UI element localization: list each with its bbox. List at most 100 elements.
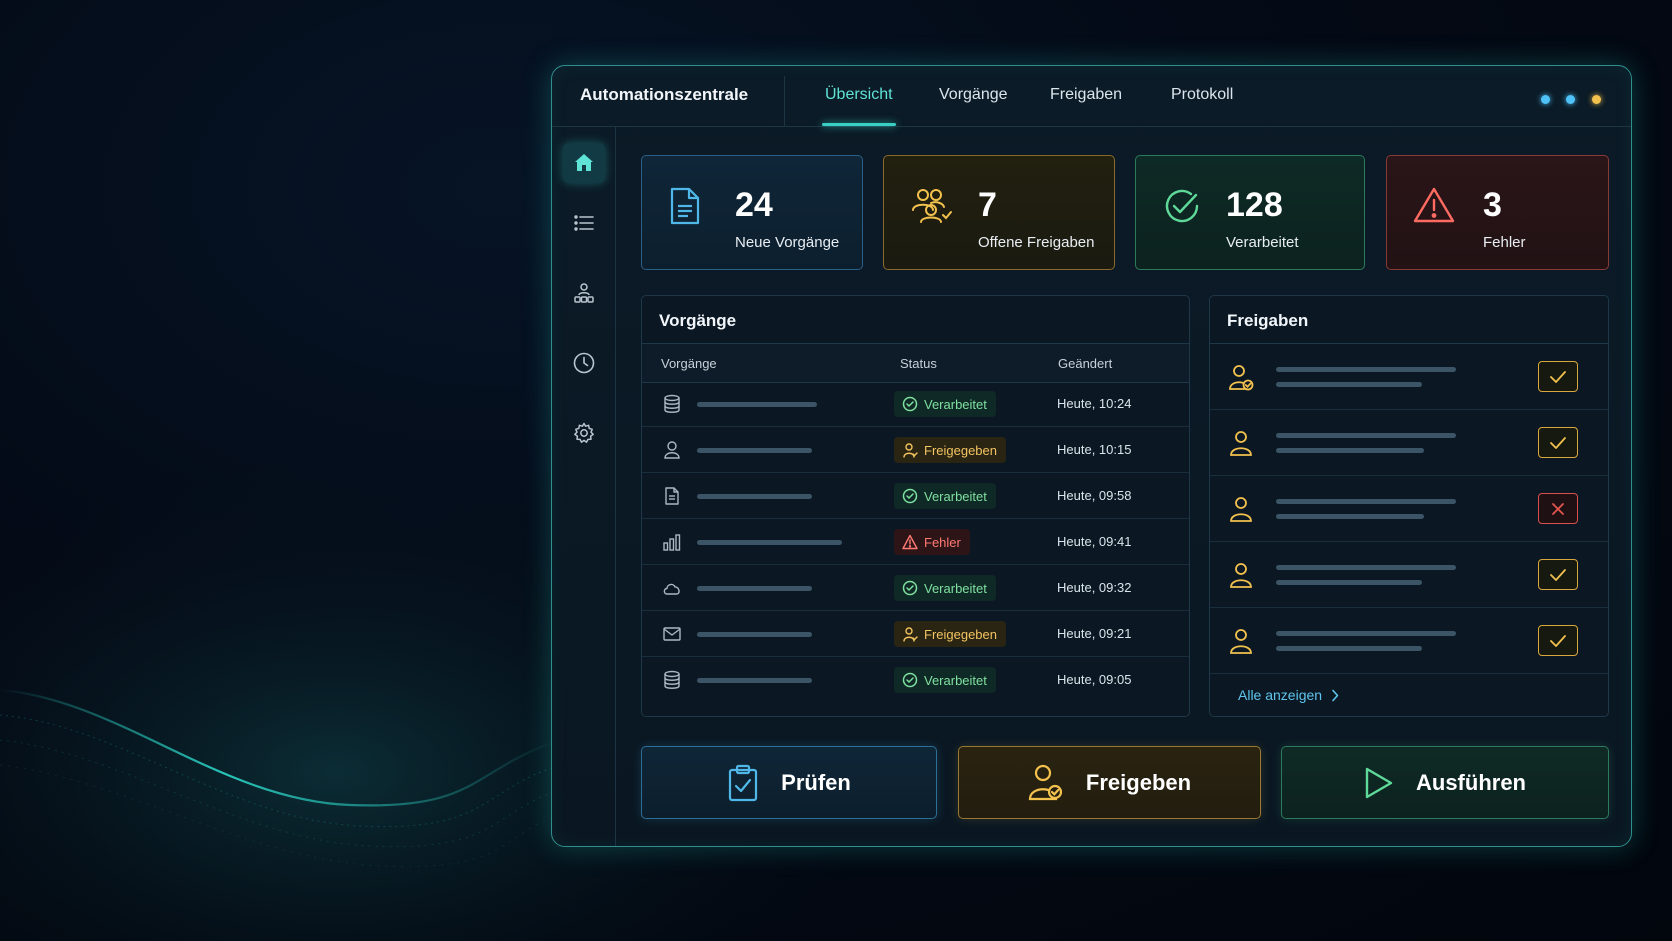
column-header-status[interactable]: Status — [900, 356, 937, 371]
check-icon — [1550, 436, 1566, 449]
status-text: Verarbeitet — [924, 488, 987, 504]
subtitle-placeholder — [1276, 382, 1422, 387]
sidebar-item-list[interactable] — [563, 203, 605, 243]
status-text: Verarbeitet — [924, 580, 987, 596]
table-row[interactable]: Verarbeitet Heute, 09:58 — [642, 473, 1189, 519]
approve-action-label: Freigeben — [1085, 769, 1192, 795]
kpi-value: 7 — [978, 186, 997, 224]
check-icon — [1550, 370, 1566, 383]
subtitle-placeholder — [1276, 580, 1422, 585]
clock-icon — [573, 352, 595, 374]
tab-uebersicht[interactable]: Übersicht — [825, 86, 893, 104]
sidebar-item-home[interactable] — [563, 143, 605, 183]
window-dot-1[interactable] — [1541, 95, 1550, 104]
user-icon — [1230, 563, 1252, 588]
user-check-icon — [903, 627, 918, 642]
sidebar-item-organization[interactable] — [563, 273, 605, 313]
approve-button[interactable] — [1538, 427, 1578, 458]
execute-button-label: Ausführen — [1416, 769, 1526, 795]
kpi-label: Offene Freigaben — [978, 234, 1095, 251]
tab-vorgaenge[interactable]: Vorgänge — [939, 86, 1008, 104]
kpi-card-open-approvals[interactable]: 7 Offene Freigaben — [883, 155, 1115, 270]
processes-title: Vorgänge — [659, 311, 737, 330]
kpi-value: 3 — [1483, 186, 1502, 224]
name-placeholder — [697, 448, 812, 453]
user-icon — [1230, 431, 1252, 456]
database-icon — [664, 394, 680, 413]
kpi-card-new-processes[interactable]: 24 Neue Vorgänge — [641, 155, 863, 270]
subtitle-placeholder — [1276, 448, 1424, 453]
kpi-label: Fehler — [1483, 234, 1526, 251]
reject-button[interactable] — [1538, 493, 1578, 524]
name-placeholder — [697, 402, 817, 407]
window-dot-3[interactable] — [1592, 95, 1601, 104]
table-row[interactable]: Verarbeitet Heute, 09:05 — [642, 657, 1189, 703]
sidebar-item-history[interactable] — [563, 343, 605, 383]
tab-protokoll[interactable]: Protokoll — [1171, 86, 1233, 104]
approval-item[interactable] — [1210, 344, 1608, 410]
tab-freigaben[interactable]: Freigaben — [1050, 86, 1122, 104]
status-badge: Verarbeitet — [894, 391, 996, 417]
gear-icon — [574, 422, 594, 443]
table-row[interactable]: Verarbeitet Heute, 09:32 — [642, 565, 1189, 611]
changed-time: Heute, 09:05 — [1057, 672, 1132, 687]
table-row[interactable]: Freigegeben Heute, 09:21 — [642, 611, 1189, 657]
approval-item[interactable] — [1210, 410, 1608, 476]
title-placeholder — [1276, 631, 1456, 636]
warning-icon — [902, 534, 918, 550]
approval-item[interactable] — [1210, 608, 1608, 674]
table-row[interactable]: Freigegeben Heute, 10:15 — [642, 427, 1189, 473]
approve-action-button[interactable]: Freigeben — [958, 746, 1261, 819]
status-badge: Freigegeben — [894, 437, 1006, 463]
name-placeholder — [697, 494, 812, 499]
check-icon — [1550, 634, 1566, 647]
approval-item[interactable] — [1210, 476, 1608, 542]
cloud-icon — [663, 583, 680, 595]
title-placeholder — [1276, 499, 1456, 504]
table-row[interactable]: Verarbeitet Heute, 10:24 — [642, 381, 1189, 427]
check-circle-icon — [902, 488, 918, 504]
column-header-changed[interactable]: Geändert — [1058, 356, 1112, 371]
list-icon — [574, 215, 594, 231]
title-placeholder — [1276, 565, 1456, 570]
mail-icon — [663, 627, 681, 641]
show-all-link[interactable]: Alle anzeigen — [1238, 687, 1339, 703]
changed-time: Heute, 09:58 — [1057, 488, 1132, 503]
approvals-title: Freigaben — [1227, 311, 1309, 330]
database-icon — [664, 670, 680, 689]
approval-item[interactable] — [1210, 542, 1608, 608]
title-divider — [784, 76, 785, 126]
bar-chart-icon — [663, 534, 681, 551]
approve-button[interactable] — [1538, 559, 1578, 590]
show-all-label: Alle anzeigen — [1238, 687, 1323, 703]
kpi-card-processed[interactable]: 128 Verarbeitet — [1135, 155, 1365, 270]
changed-time: Heute, 10:15 — [1057, 442, 1132, 457]
name-placeholder — [697, 678, 812, 683]
status-text: Verarbeitet — [924, 396, 987, 412]
sidebar-item-settings[interactable] — [563, 413, 605, 453]
status-badge: Verarbeitet — [894, 667, 996, 693]
approve-button[interactable] — [1538, 361, 1578, 392]
check-icon — [1550, 568, 1566, 581]
kpi-value: 128 — [1226, 186, 1283, 224]
kpi-label: Neue Vorgänge — [735, 234, 840, 251]
home-icon — [575, 154, 593, 171]
app-window: Automationszentrale Übersicht Vorgänge F… — [551, 65, 1632, 847]
title-bar: Automationszentrale Übersicht Vorgänge F… — [552, 66, 1631, 127]
status-text: Verarbeitet — [924, 672, 987, 688]
status-badge: Freigegeben — [894, 621, 1006, 647]
changed-time: Heute, 09:21 — [1057, 626, 1132, 641]
window-dot-2[interactable] — [1566, 95, 1575, 104]
execute-button[interactable]: Ausführen — [1281, 746, 1609, 819]
table-row[interactable]: Fehler Heute, 09:41 — [642, 519, 1189, 565]
approve-button[interactable] — [1538, 625, 1578, 656]
app-title: Automationszentrale — [580, 85, 749, 104]
kpi-card-errors[interactable]: 3 Fehler — [1386, 155, 1609, 270]
approvals-panel: Freigaben Alle anzeigen — [1209, 295, 1609, 717]
check-button[interactable]: Prüfen — [641, 746, 937, 819]
subtitle-placeholder — [1276, 646, 1422, 651]
check-circle-icon — [902, 672, 918, 688]
changed-time: Heute, 10:24 — [1057, 396, 1132, 411]
users-check-icon — [912, 189, 952, 223]
column-header-name[interactable]: Vorgänge — [661, 356, 717, 371]
